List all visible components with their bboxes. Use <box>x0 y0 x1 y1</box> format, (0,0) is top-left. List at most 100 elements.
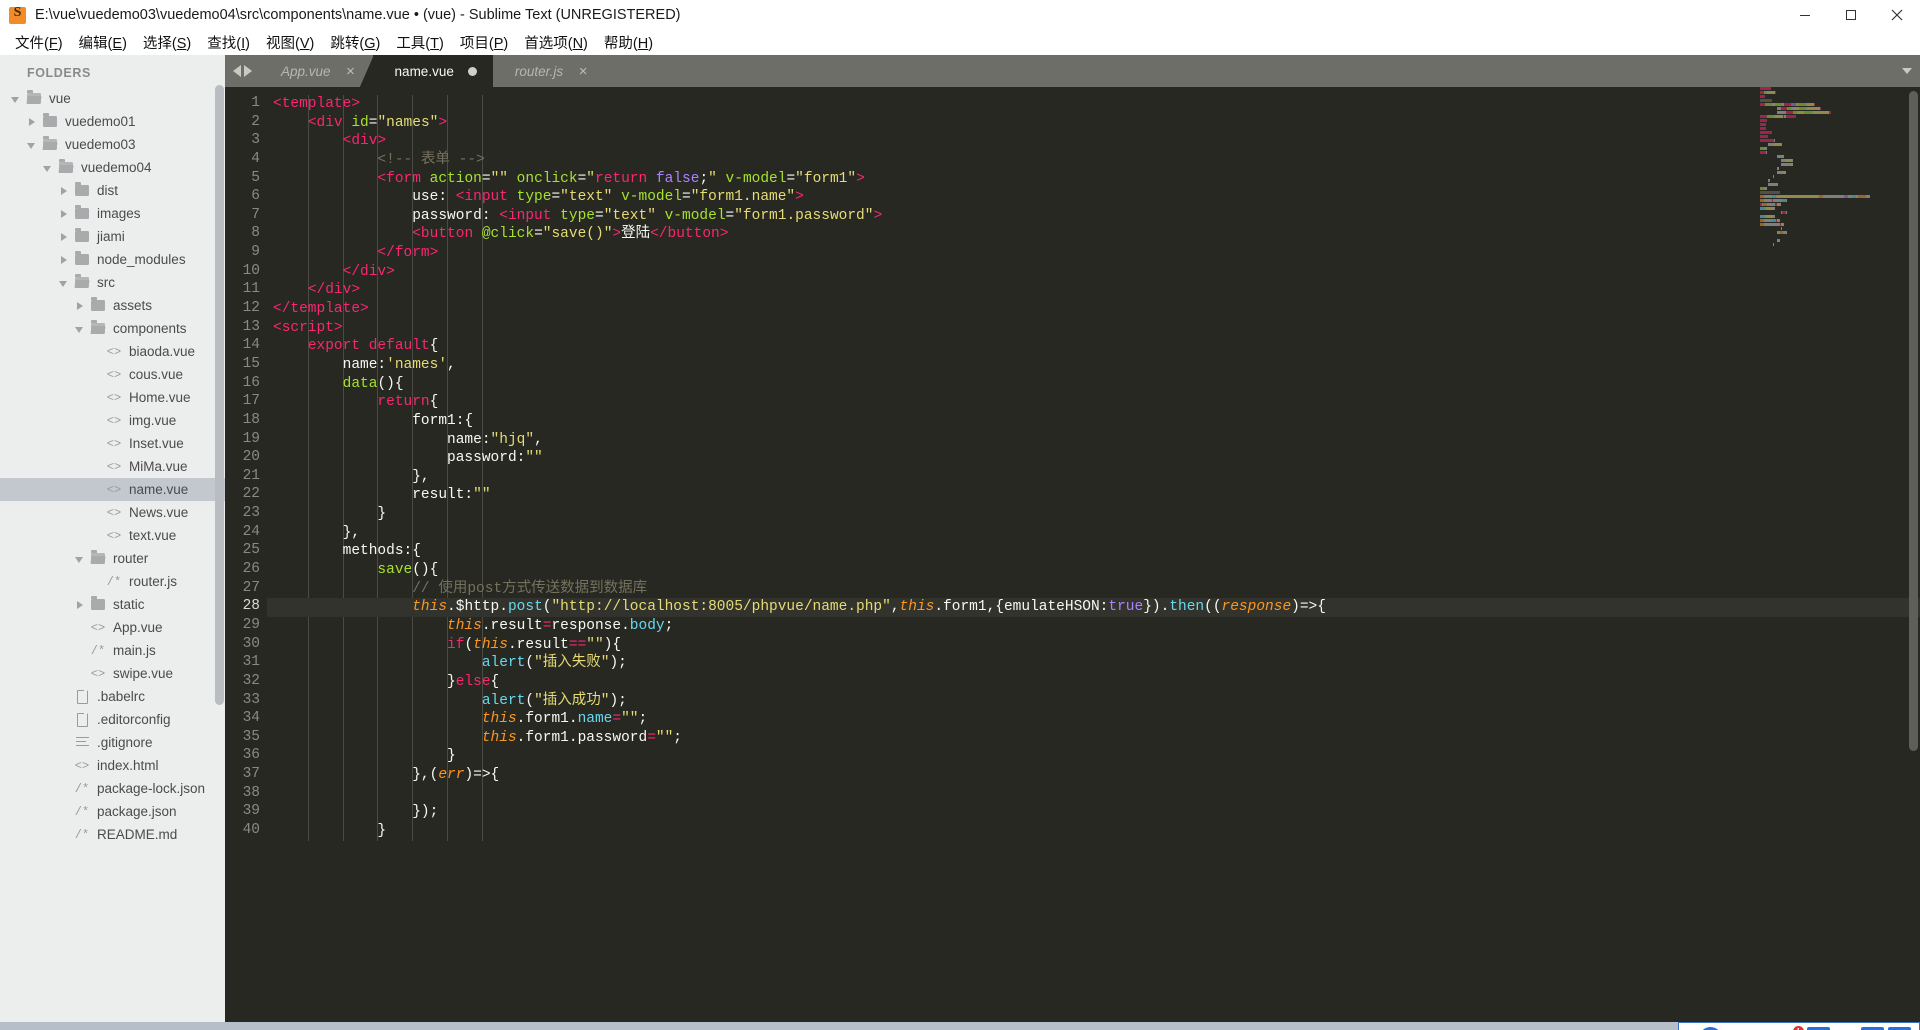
tree-file-cous-vue[interactable]: <> cous.vue <box>0 363 225 386</box>
chevron-right-icon[interactable] <box>74 598 87 611</box>
menu-item-2[interactable]: 编辑(E) <box>71 30 135 55</box>
tab-name-vue[interactable]: name.vue <box>359 55 507 87</box>
tree-folder-vuedemo04[interactable]: vuedemo04 <box>0 156 225 179</box>
tab-navigation[interactable] <box>225 55 259 87</box>
tree-file-main-js[interactable]: /* main.js <box>0 639 225 662</box>
chevron-right-icon[interactable] <box>58 207 71 220</box>
tree-file--editorconfig[interactable]: .editorconfig <box>0 708 225 731</box>
code-line[interactable]: use: <input type="text" v-model="form1.n… <box>267 188 1920 207</box>
code-line[interactable]: alert("插入失败"); <box>267 654 1920 673</box>
menu-item-7[interactable]: 工具(T) <box>388 30 452 55</box>
menu-item-5[interactable]: 视图(V) <box>258 30 322 55</box>
tree-folder-images[interactable]: images <box>0 202 225 225</box>
tab-overflow-icon[interactable] <box>1894 55 1920 87</box>
tree-file-index-html[interactable]: <> index.html <box>0 754 225 777</box>
code-line[interactable]: } <box>267 747 1920 766</box>
tree-folder-node-modules[interactable]: node_modules <box>0 248 225 271</box>
code-line[interactable]: </template> <box>267 300 1920 319</box>
tree-file-readme-md[interactable]: /* README.md <box>0 823 225 846</box>
tree-file-package-lock-json[interactable]: /* package-lock.json <box>0 777 225 800</box>
code-line[interactable]: methods:{ <box>267 542 1920 561</box>
code-line[interactable]: if(this.result==""){ <box>267 636 1920 655</box>
tab-close-icon[interactable]: × <box>577 64 589 79</box>
tree-file-biaoda-vue[interactable]: <> biaoda.vue <box>0 340 225 363</box>
code-content[interactable]: <template> <div id="names"> <div> <!-- 表… <box>267 87 1920 1022</box>
tree-folder-vuedemo01[interactable]: vuedemo01 <box>0 110 225 133</box>
sidebar-file-tree[interactable]: FOLDERS vue vuedemo01 vuedemo03 vuedemo04 di… <box>0 55 225 1022</box>
chevron-down-icon[interactable] <box>74 322 87 335</box>
tree-file-inset-vue[interactable]: <> Inset.vue <box>0 432 225 455</box>
code-line[interactable]: <form action="" onclick="return false;" … <box>267 170 1920 189</box>
code-line[interactable]: // 使用post方式传送数据到数据库 <box>267 580 1920 599</box>
code-line[interactable]: password:"" <box>267 449 1920 468</box>
minimize-button[interactable] <box>1782 0 1828 30</box>
tree-file-home-vue[interactable]: <> Home.vue <box>0 386 225 409</box>
code-line[interactable]: <!-- 表单 --> <box>267 151 1920 170</box>
chevron-right-icon[interactable] <box>74 299 87 312</box>
chevron-right-icon[interactable] <box>58 230 71 243</box>
code-line[interactable]: this.form1.name=""; <box>267 710 1920 729</box>
tree-folder-components[interactable]: components <box>0 317 225 340</box>
code-line[interactable]: data(){ <box>267 375 1920 394</box>
code-line[interactable]: }); <box>267 803 1920 822</box>
tree-file-router-js[interactable]: /* router.js <box>0 570 225 593</box>
menu-item-10[interactable]: 帮助(H) <box>596 30 661 55</box>
code-line[interactable]: result:"" <box>267 486 1920 505</box>
chevron-down-icon[interactable] <box>58 276 71 289</box>
chevron-down-icon[interactable] <box>10 92 23 105</box>
code-line[interactable]: } <box>267 505 1920 524</box>
chevron-down-icon[interactable] <box>42 161 55 174</box>
code-line[interactable]: }, <box>267 468 1920 487</box>
code-line[interactable]: </div> <box>267 281 1920 300</box>
tree-file--babelrc[interactable]: .babelrc <box>0 685 225 708</box>
tree-file-name-vue[interactable]: <> name.vue <box>0 478 225 501</box>
code-line[interactable]: }else{ <box>267 673 1920 692</box>
tab-router-js[interactable]: router.js × <box>492 55 606 87</box>
close-button[interactable] <box>1874 0 1920 30</box>
editor-scrollbar[interactable] <box>1909 91 1918 751</box>
code-line[interactable] <box>267 785 1920 804</box>
tree-folder-src[interactable]: src <box>0 271 225 294</box>
tree-file-mima-vue[interactable]: <> MiMa.vue <box>0 455 225 478</box>
menu-item-3[interactable]: 选择(S) <box>135 30 199 55</box>
code-line[interactable]: } <box>267 822 1920 841</box>
code-line[interactable]: name:'names', <box>267 356 1920 375</box>
code-line[interactable]: </form> <box>267 244 1920 263</box>
code-line[interactable]: <script> <box>267 319 1920 338</box>
menu-item-6[interactable]: 跳转(G) <box>322 30 388 55</box>
tree-folder-dist[interactable]: dist <box>0 179 225 202</box>
code-line[interactable]: export default{ <box>267 337 1920 356</box>
prev-tab-icon[interactable] <box>232 65 241 77</box>
tree-file-img-vue[interactable]: <> img.vue <box>0 409 225 432</box>
tree-folder-assets[interactable]: assets <box>0 294 225 317</box>
next-tab-icon[interactable] <box>243 65 252 77</box>
code-line[interactable]: },(err)=>{ <box>267 766 1920 785</box>
code-line[interactable]: name:"hjq", <box>267 431 1920 450</box>
tree-folder-jiami[interactable]: jiami <box>0 225 225 248</box>
menu-item-8[interactable]: 项目(P) <box>452 30 516 55</box>
code-line[interactable]: save(){ <box>267 561 1920 580</box>
code-editor[interactable]: 1 2 3 4 5 6 7 8 9 10 11 12 13 14 15 16 17 18 19 20 21 22 23 24 2… <box>225 87 1920 1022</box>
menu-item-4[interactable]: 查找(I) <box>199 30 258 55</box>
tab-app-vue[interactable]: App.vue × <box>259 55 373 87</box>
code-line[interactable]: </div> <box>267 263 1920 282</box>
tree-folder-static[interactable]: static <box>0 593 225 616</box>
menu-item-1[interactable]: 文件(F) <box>7 30 71 55</box>
tree-folder-vuedemo03[interactable]: vuedemo03 <box>0 133 225 156</box>
code-line[interactable]: this.$http.post("http://localhost:8005/p… <box>267 598 1920 617</box>
code-line[interactable]: form1:{ <box>267 412 1920 431</box>
tree-folder-router[interactable]: router <box>0 547 225 570</box>
tree-file-app-vue[interactable]: <> App.vue <box>0 616 225 639</box>
tree-file-package-json[interactable]: /* package.json <box>0 800 225 823</box>
chevron-down-icon[interactable] <box>74 552 87 565</box>
chevron-right-icon[interactable] <box>26 115 39 128</box>
code-line[interactable]: <button @click="save()">登陆</button> <box>267 225 1920 244</box>
sidebar-scrollbar[interactable] <box>215 85 224 705</box>
tab-close-icon[interactable]: × <box>345 64 357 79</box>
chevron-right-icon[interactable] <box>58 184 71 197</box>
code-line[interactable]: <template> <box>267 95 1920 114</box>
tree-folder-vue[interactable]: vue <box>0 87 225 110</box>
code-line[interactable]: this.form1.password=""; <box>267 729 1920 748</box>
menu-item-9[interactable]: 首选项(N) <box>516 30 596 55</box>
tree-file-text-vue[interactable]: <> text.vue <box>0 524 225 547</box>
